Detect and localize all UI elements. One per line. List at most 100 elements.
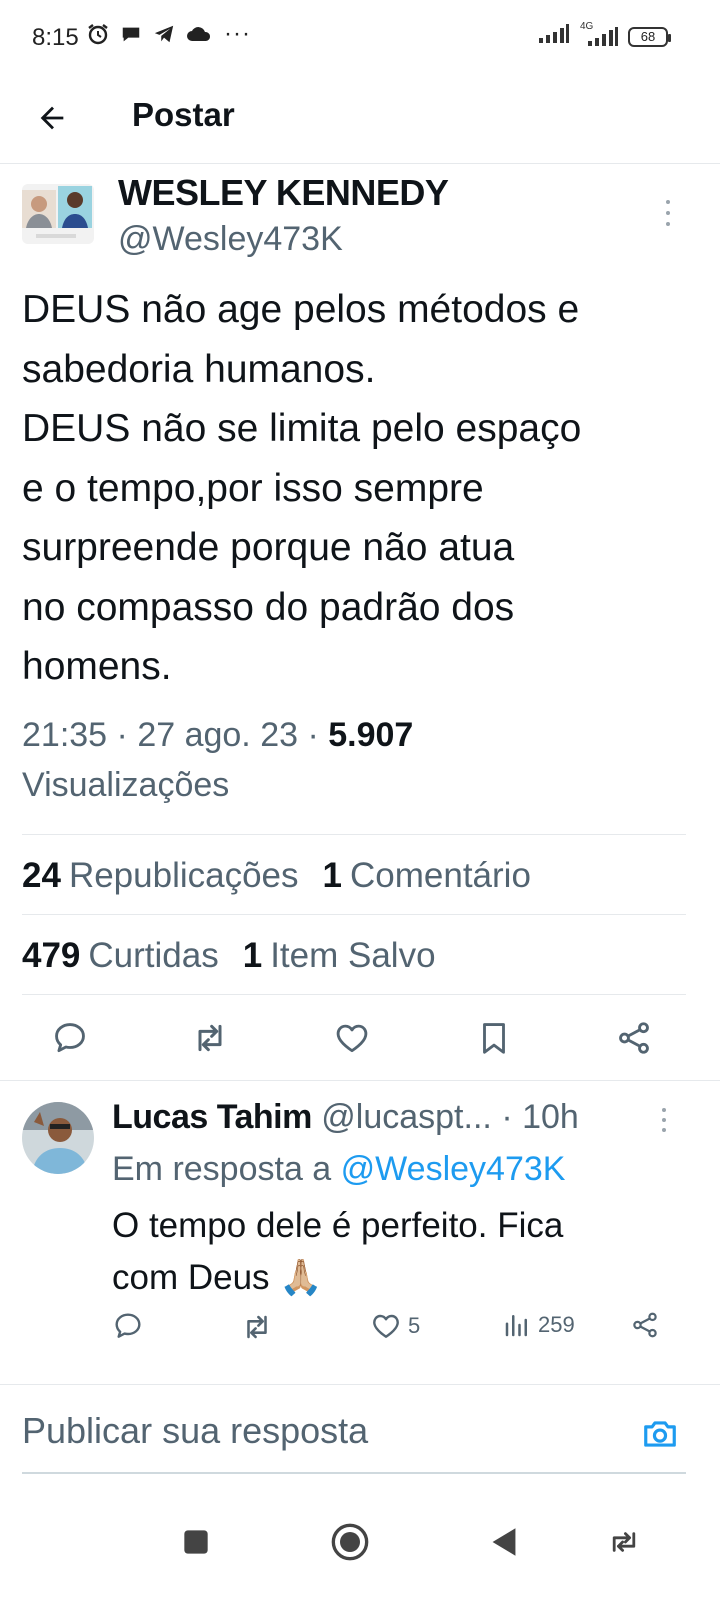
reply-to-mention[interactable]: @Wesley473K — [341, 1150, 566, 1188]
signal-4g-icon: 4G — [580, 21, 618, 47]
reply-compose-input[interactable]: Publicar sua resposta — [22, 1410, 622, 1452]
chat-bubble-icon — [120, 23, 142, 45]
heart-icon — [373, 1314, 399, 1338]
reply-more-options-button[interactable] — [652, 1108, 676, 1132]
camera-button[interactable] — [640, 1414, 680, 1454]
reposts-stat[interactable]: 24 Republicações — [22, 856, 299, 896]
avatar-image — [22, 184, 94, 244]
home-button[interactable] — [328, 1520, 372, 1564]
home-circle-icon — [331, 1523, 369, 1561]
tweet-time: 21:35 — [22, 716, 108, 754]
bookmark-button[interactable] — [472, 1016, 516, 1060]
status-time: 8:15 — [32, 24, 79, 51]
more-options-button[interactable] — [656, 196, 680, 230]
reply-to-line: Em resposta a @Wesley473K — [112, 1150, 565, 1189]
tweet-text-line: DEUS não age pelos métodos e — [22, 288, 580, 331]
reply-to-prefix: Em resposta a — [112, 1150, 332, 1188]
author-avatar[interactable] — [22, 184, 94, 244]
share-icon — [619, 1022, 649, 1054]
app-header: Postar — [0, 76, 720, 164]
avatar-image — [22, 1102, 94, 1174]
saved-count: 1 — [242, 936, 263, 975]
battery-icon: 68 — [628, 26, 671, 47]
alarm-icon — [86, 22, 110, 46]
tweet-text-line: sabedoria humanos. — [22, 347, 376, 391]
share-button[interactable] — [612, 1016, 656, 1060]
divider — [22, 994, 686, 995]
signal-icon — [538, 24, 570, 49]
views-count: 5.907 — [328, 716, 414, 754]
cloud-icon — [186, 24, 212, 44]
status-bar: 8:15 ··· 4G 68 — [0, 0, 720, 76]
bookmark-icon — [483, 1023, 505, 1054]
tweet-text-line: e o tempo,por isso sempre — [22, 466, 484, 510]
reply-separator: · — [501, 1098, 513, 1136]
recent-apps-button[interactable] — [174, 1520, 218, 1564]
rotate-icon — [612, 1532, 636, 1552]
like-button[interactable] — [330, 1016, 374, 1060]
tweet-actions — [0, 1000, 720, 1080]
divider — [22, 914, 686, 915]
comments-label: Comentário — [350, 856, 531, 895]
reply-share-button[interactable] — [630, 1310, 660, 1340]
repost-button[interactable] — [188, 1016, 232, 1060]
tweet-text-line: DEUS não se limita pelo espaço — [22, 407, 582, 450]
arrow-left-icon — [40, 106, 64, 130]
reply-button[interactable] — [48, 1016, 92, 1060]
saved-stat[interactable]: 1 Item Salvo — [243, 936, 436, 976]
tweet-meta: 21:35 · 27 ago. 23 · 5.907 — [22, 716, 414, 754]
tweet-text-line: surpreende porque não atua — [22, 526, 515, 569]
author-name[interactable]: WESLEY KENNEDY — [118, 172, 449, 214]
back-nav-button[interactable] — [482, 1520, 526, 1564]
reply-like-button[interactable]: 5 — [370, 1310, 420, 1342]
reply-views-button[interactable]: 259 — [502, 1310, 575, 1340]
likes-count: 479 — [22, 936, 81, 975]
reply-comment-button[interactable] — [112, 1310, 144, 1342]
reply-author-handle[interactable]: @lucaspt... — [321, 1098, 492, 1136]
reply-repost-button[interactable] — [240, 1310, 274, 1344]
comments-count: 1 — [322, 856, 342, 895]
section-divider — [0, 1080, 720, 1081]
tweet-text-line: homens. — [22, 645, 172, 688]
reply-author-avatar[interactable] — [22, 1102, 94, 1174]
more-vertical-icon — [666, 200, 670, 204]
reply-likes-count: 5 — [408, 1313, 421, 1338]
triangle-back-icon — [492, 1528, 516, 1556]
repost-icon — [198, 1024, 222, 1052]
reposts-count: 24 — [22, 856, 61, 895]
reply-text: O tempo dele é perfeito. Fica com Deus 🙏… — [112, 1200, 563, 1304]
square-icon — [184, 1530, 208, 1554]
reposts-label: Republicações — [68, 856, 299, 895]
compose-underline — [22, 1472, 686, 1474]
page-title: Postar — [132, 96, 235, 133]
saved-label: Item Salvo — [270, 936, 436, 975]
camera-icon — [644, 1421, 676, 1447]
tweet-date: 27 ago. 23 — [137, 716, 299, 754]
reply-author-name[interactable]: Lucas Tahim — [112, 1098, 312, 1136]
author-handle[interactable]: @Wesley473K — [118, 220, 343, 259]
comment-icon — [55, 1023, 85, 1053]
reply-text-line: O tempo dele é perfeito. Fica — [112, 1206, 564, 1245]
tweet-text: DEUS não age pelos métodos e sabedoria h… — [22, 280, 702, 697]
tweet-text-line: no compasso do padrão dos — [22, 585, 515, 629]
more-vertical-icon — [662, 1108, 666, 1112]
reply-views-count: 259 — [538, 1312, 575, 1337]
reply-text-line: com Deus 🙏🏼 — [112, 1258, 323, 1297]
views-label: Visualizações — [22, 766, 230, 804]
likes-stat[interactable]: 479 Curtidas — [22, 936, 219, 976]
section-divider — [0, 1384, 720, 1385]
back-button[interactable] — [30, 96, 74, 140]
system-nav-bar — [0, 1490, 720, 1600]
stats-row-reposts-comments: 24 Republicações 1 Comentário — [22, 856, 531, 896]
divider — [22, 834, 686, 835]
comment-icon — [115, 1313, 141, 1338]
stats-row-likes-saved: 479 Curtidas 1 Item Salvo — [22, 936, 436, 976]
comments-stat[interactable]: 1 Comentário — [323, 856, 531, 896]
reply-header: Lucas Tahim @lucaspt... · 10h — [112, 1098, 579, 1137]
more-notifications-icon: ··· — [224, 20, 251, 47]
share-icon — [633, 1312, 657, 1338]
likes-label: Curtidas — [88, 936, 219, 975]
heart-icon — [336, 1024, 368, 1053]
system-indicators: 4G 68 — [538, 21, 671, 49]
rotate-button[interactable] — [602, 1520, 646, 1564]
